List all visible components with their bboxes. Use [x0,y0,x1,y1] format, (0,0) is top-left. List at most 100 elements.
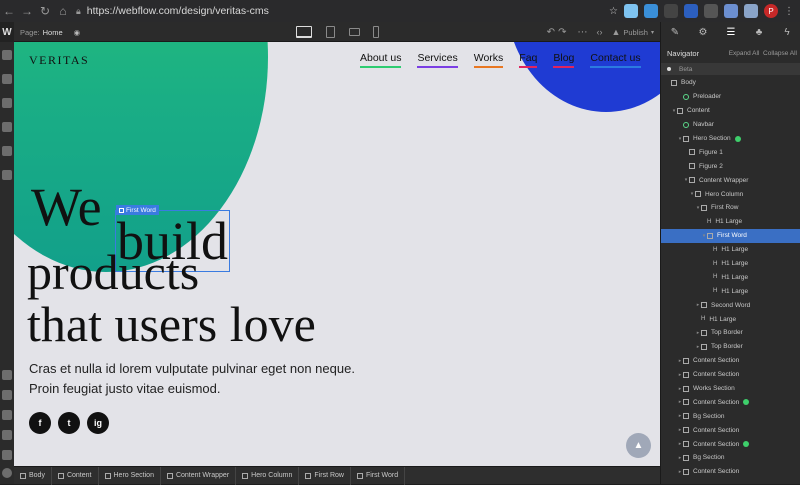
nav-link[interactable]: Blog [553,52,575,68]
navigator-node[interactable]: ▾ First Word [661,228,800,243]
pages-icon[interactable] [2,74,12,84]
breadcrumb-item[interactable]: Hero Column [236,466,300,485]
profile-avatar[interactable]: P [764,4,778,18]
navigator-node[interactable]: H H1 Large [661,257,800,271]
settings-tab-icon[interactable]: ⚙ [689,22,717,42]
navigator-node[interactable]: ▾ Content Wrapper [661,173,800,187]
code-icon[interactable]: ‹› [596,27,602,37]
navigator-node[interactable]: ▸ Works Section [661,382,800,396]
navigator-node[interactable]: ▸ Content Section [661,395,800,409]
nav-link[interactable]: About us [360,52,402,68]
star-icon[interactable]: ☆ [609,6,618,17]
extension-icon[interactable] [744,4,758,18]
select-icon[interactable] [2,370,12,380]
audit-icon[interactable] [2,410,12,420]
navigator-node[interactable]: H H1 Large [661,284,800,298]
forward-icon[interactable]: → [18,0,36,22]
home-icon[interactable]: ⌂ [54,0,72,22]
address-bar[interactable]: 🔒︎ https://webflow.com/design/veritas-cm… [76,3,616,19]
interactions-icon[interactable] [2,390,12,400]
cms-icon[interactable] [2,98,12,108]
publish-button[interactable]: Publish [623,28,648,37]
back-icon[interactable]: ← [0,0,18,22]
preview-icon[interactable] [2,430,12,440]
menu-icon[interactable]: ⋮ [784,6,794,17]
extension-icon[interactable] [684,4,698,18]
navigator-node[interactable]: ▸ Content Section [661,437,800,451]
style-manager-icon[interactable]: ♣ [745,22,773,42]
navigator-node[interactable]: ▸ Bg Section [661,409,800,423]
twitter-icon[interactable]: t [58,412,80,434]
navigator-node[interactable]: Navbar [661,118,800,132]
navigator-node[interactable]: ▾ Content [661,104,800,118]
instagram-icon[interactable]: ig [87,412,109,434]
breadcrumb-item[interactable]: First Word [351,466,406,485]
nav-link[interactable]: Works [473,52,504,68]
mobile-landscape-icon[interactable] [349,28,360,36]
extension-icon[interactable] [664,4,678,18]
assets-icon[interactable] [2,146,12,156]
extension-icon[interactable] [704,4,718,18]
navigator-node[interactable]: Figure 2 [661,159,800,173]
navigator-node[interactable]: Body [661,76,800,90]
reload-icon[interactable]: ↻ [36,0,54,22]
extension-icon[interactable] [724,4,738,18]
tablet-view-icon[interactable] [326,26,335,38]
style-tab-icon[interactable]: ✎ [661,22,689,42]
navigator-node[interactable]: H H1 Large [661,243,800,257]
webflow-logo[interactable]: W [0,22,14,42]
nav-link[interactable]: Services [417,52,458,68]
navigator-node[interactable]: ▸ Top Border [661,326,800,340]
navigator-node[interactable]: ▾ Hero Column [661,187,800,201]
breadcrumb-item[interactable]: Body [14,466,52,485]
navigator-node[interactable]: ▾ Hero Section [661,132,800,146]
mobile-portrait-icon[interactable] [373,26,379,38]
design-canvas[interactable]: VERITAS About us Services Works Faq Blog Cont… [14,42,660,466]
chevron-down-icon[interactable]: ▾ [651,29,654,36]
redo-icon[interactable]: ↷ [558,27,566,38]
navigator-node[interactable]: H H1 Large [661,215,800,229]
navigator-node[interactable]: ▸ Second Word [661,298,800,312]
add-icon[interactable] [2,50,12,60]
navigator-tab-icon[interactable]: ☰ [717,22,745,42]
eye-icon[interactable]: ◉ [74,28,81,37]
settings-icon[interactable] [2,170,12,180]
scroll-top-button[interactable]: ▲ [626,433,651,458]
hero-word-we[interactable]: We [31,177,102,237]
navigator-node[interactable]: ▾ First Row [661,201,800,215]
nav-link[interactable]: Contact us [590,52,641,68]
breadcrumb-item[interactable]: Content Wrapper [161,466,237,485]
nav-link[interactable]: Faq [519,52,538,68]
navigator-node[interactable]: ▸ Content Section [661,423,800,437]
ecommerce-icon[interactable] [2,122,12,132]
breadcrumb-item[interactable]: Content [52,466,99,485]
navigator-node[interactable]: ▸ Content Section [661,368,800,382]
hero-paragraph[interactable]: Cras et nulla id lorem vulputate pulvina… [29,359,369,399]
interactions-tab-icon[interactable]: ϟ [773,22,800,42]
desktop-view-icon[interactable] [296,26,312,38]
navigator-node[interactable]: ▸ Bg Section [661,451,800,465]
navigator-node[interactable]: H H1 Large [661,312,800,326]
page-selector[interactable]: Page: Home ◉ [20,22,80,42]
help-icon[interactable] [2,468,12,478]
navigator-node[interactable]: ▸ Content Section [661,465,800,479]
facebook-icon[interactable]: f [29,412,51,434]
brand-logo[interactable]: VERITAS [29,53,89,68]
expand-all-button[interactable]: Expand All [729,50,760,57]
video-icon[interactable] [2,450,12,460]
breadcrumb-item[interactable]: First Row [299,466,351,485]
undo-icon[interactable]: ↶ [547,27,555,38]
navigator-node[interactable]: ▸ Content Section [661,354,800,368]
more-icon[interactable]: ⋯ [577,27,587,38]
node-label: H1 Large [721,287,749,295]
navigator-node[interactable]: Preloader [661,90,800,104]
breadcrumb-item[interactable]: Hero Section [99,466,161,485]
extension-icon[interactable] [624,4,638,18]
hero-line-products[interactable]: products [27,242,199,302]
navigator-node[interactable]: ▸ Top Border [661,340,800,354]
extension-icon[interactable] [644,4,658,18]
hero-line-love[interactable]: that users love [27,294,316,354]
navigator-node[interactable]: Figure 1 [661,145,800,159]
navigator-node[interactable]: H H1 Large [661,270,800,284]
collapse-all-button[interactable]: Collapse All [763,50,797,57]
